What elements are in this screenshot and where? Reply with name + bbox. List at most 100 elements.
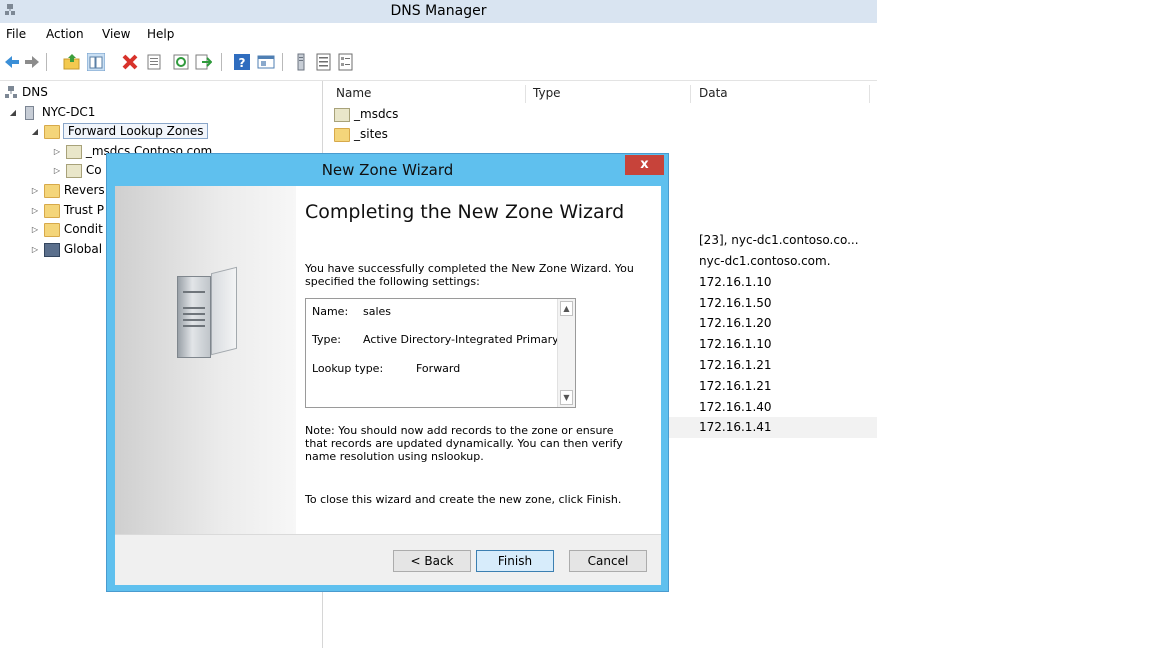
expand-arrow-icon[interactable]: ▷	[52, 161, 62, 180]
folder-icon	[43, 183, 60, 198]
record-data[interactable]: 172.16.1.50	[699, 294, 772, 313]
window-title: DNS Manager	[390, 3, 487, 19]
tree-item-dns[interactable]: DNS	[4, 83, 48, 102]
export-icon[interactable]	[194, 53, 212, 71]
record-data[interactable]: 172.16.1.20	[699, 314, 772, 333]
forward-icon[interactable]	[23, 53, 41, 71]
record-data[interactable]: 172.16.1.10	[699, 335, 772, 354]
column-header-type[interactable]: Type	[533, 86, 561, 103]
refresh-icon[interactable]	[172, 53, 190, 71]
cancel-button[interactable]: Cancel	[569, 550, 647, 572]
tree-label: Global	[63, 242, 103, 256]
tree-item-server[interactable]: ◢ NYC-DC1	[8, 103, 95, 122]
record-data[interactable]: 172.16.1.21	[699, 377, 772, 396]
server-slot	[183, 313, 205, 315]
close-button[interactable]: x	[625, 155, 664, 175]
server-image-side	[211, 266, 237, 356]
tree-item-reverse-lookup-zones[interactable]: ▷ Revers	[30, 181, 105, 200]
server-icon[interactable]	[292, 53, 310, 71]
server-slot	[183, 291, 205, 293]
summary-lookup-label: Lookup type:	[312, 362, 384, 375]
wizard-finish-instruction: To close this wizard and create the new …	[305, 493, 622, 506]
column-header-data[interactable]: Data	[699, 86, 728, 103]
expand-arrow-icon[interactable]: ▷	[30, 240, 40, 259]
tree-label: Forward Lookup Zones	[62, 123, 209, 139]
new-zone-wizard-dialog: New Zone Wizard x Completing the New Zon…	[106, 153, 669, 592]
toolbar-separator	[46, 53, 47, 71]
dialog-body: Completing the New Zone Wizard You have …	[115, 186, 661, 585]
list-item[interactable]: _sites	[334, 125, 388, 144]
record-data[interactable]: 172.16.1.21	[699, 356, 772, 375]
records-icon[interactable]	[337, 53, 355, 71]
tree-item-global-logs[interactable]: ▷ Global	[30, 240, 102, 259]
up-folder-icon[interactable]	[63, 53, 81, 71]
server-slot	[183, 307, 205, 309]
list-item-name: _sites	[354, 127, 388, 141]
scroll-down-icon[interactable]: ▼	[560, 390, 573, 405]
title-bar: DNS Manager	[0, 0, 877, 24]
back-button[interactable]: < Back	[393, 550, 471, 572]
wizard-intro-text: You have successfully completed the New …	[305, 262, 634, 288]
delete-icon[interactable]	[121, 53, 139, 71]
list-item-name: _msdcs	[354, 107, 399, 121]
menu-help[interactable]: Help	[147, 27, 174, 41]
summary-type-label: Type:	[312, 333, 341, 346]
show-tree-icon[interactable]	[87, 53, 105, 71]
back-icon[interactable]	[3, 53, 21, 71]
expand-arrow-icon[interactable]: ▷	[52, 142, 62, 161]
list-item[interactable]: _msdcs	[334, 105, 398, 124]
scroll-up-icon[interactable]: ▲	[560, 301, 573, 316]
wizard-side-panel	[115, 186, 296, 534]
folder-icon	[43, 203, 60, 218]
toolbar-separator	[282, 53, 283, 71]
expand-arrow-icon[interactable]: ▷	[30, 201, 40, 220]
toolbar: ?	[0, 45, 877, 81]
wizard-note-text: Note: You should now add records to the …	[305, 424, 623, 463]
zone-icon	[65, 144, 82, 159]
server-icon	[24, 105, 34, 120]
tree-label: NYC-DC1	[41, 105, 96, 119]
tree-item-forward-lookup-zones[interactable]: ◢ Forward Lookup Zones	[30, 122, 209, 141]
collapse-arrow-icon[interactable]: ◢	[30, 122, 40, 141]
summary-name-value: sales	[363, 305, 392, 318]
folder-icon	[334, 127, 350, 142]
column-separator[interactable]	[525, 85, 526, 103]
summary-scrollbar[interactable]: ▲ ▼	[557, 299, 575, 407]
column-header-name[interactable]: Name	[336, 86, 371, 103]
collapse-arrow-icon[interactable]: ◢	[8, 103, 18, 122]
tree-label: DNS	[22, 85, 48, 99]
expand-arrow-icon[interactable]: ▷	[30, 220, 40, 239]
record-data[interactable]: [23], nyc-dc1.contoso.co...	[699, 231, 859, 250]
console-icon[interactable]	[257, 53, 275, 71]
tree-item-trust-points[interactable]: ▷ Trust P	[30, 201, 104, 220]
column-separator[interactable]	[869, 85, 870, 103]
server-slot	[183, 325, 205, 327]
wizard-heading: Completing the New Zone Wizard	[305, 201, 625, 223]
expand-arrow-icon[interactable]: ▷	[30, 181, 40, 200]
column-separator[interactable]	[690, 85, 691, 103]
dns-icon	[5, 85, 17, 98]
menu-file[interactable]: File	[6, 27, 26, 41]
server-image-icon	[177, 276, 211, 358]
logs-icon	[43, 242, 60, 257]
tree-item-zone-contoso[interactable]: ▷ Co	[52, 161, 102, 180]
tree-item-conditional-forwarders[interactable]: ▷ Condit	[30, 220, 103, 239]
menu-view[interactable]: View	[102, 27, 130, 41]
list-icon[interactable]	[315, 53, 333, 71]
record-data[interactable]: nyc-dc1.contoso.com.	[699, 252, 831, 271]
record-data[interactable]: 172.16.1.40	[699, 398, 772, 417]
record-data[interactable]: 172.16.1.10	[699, 273, 772, 292]
summary-type-value: Active Directory-Integrated Primary	[363, 333, 559, 346]
svg-text:?: ?	[239, 56, 246, 70]
toolbar-separator	[221, 53, 222, 71]
finish-button[interactable]: Finish	[476, 550, 554, 572]
tree-label: Condit	[63, 222, 103, 236]
record-data[interactable]: 172.16.1.41	[699, 418, 772, 437]
zone-icon	[65, 163, 82, 178]
menu-bar: File Action View Help	[0, 23, 877, 45]
properties-icon[interactable]	[145, 53, 163, 71]
menu-action[interactable]: Action	[46, 27, 84, 41]
tree-label: Revers	[63, 183, 105, 197]
tree-label: Co	[85, 163, 102, 177]
help-icon[interactable]: ?	[233, 53, 251, 71]
